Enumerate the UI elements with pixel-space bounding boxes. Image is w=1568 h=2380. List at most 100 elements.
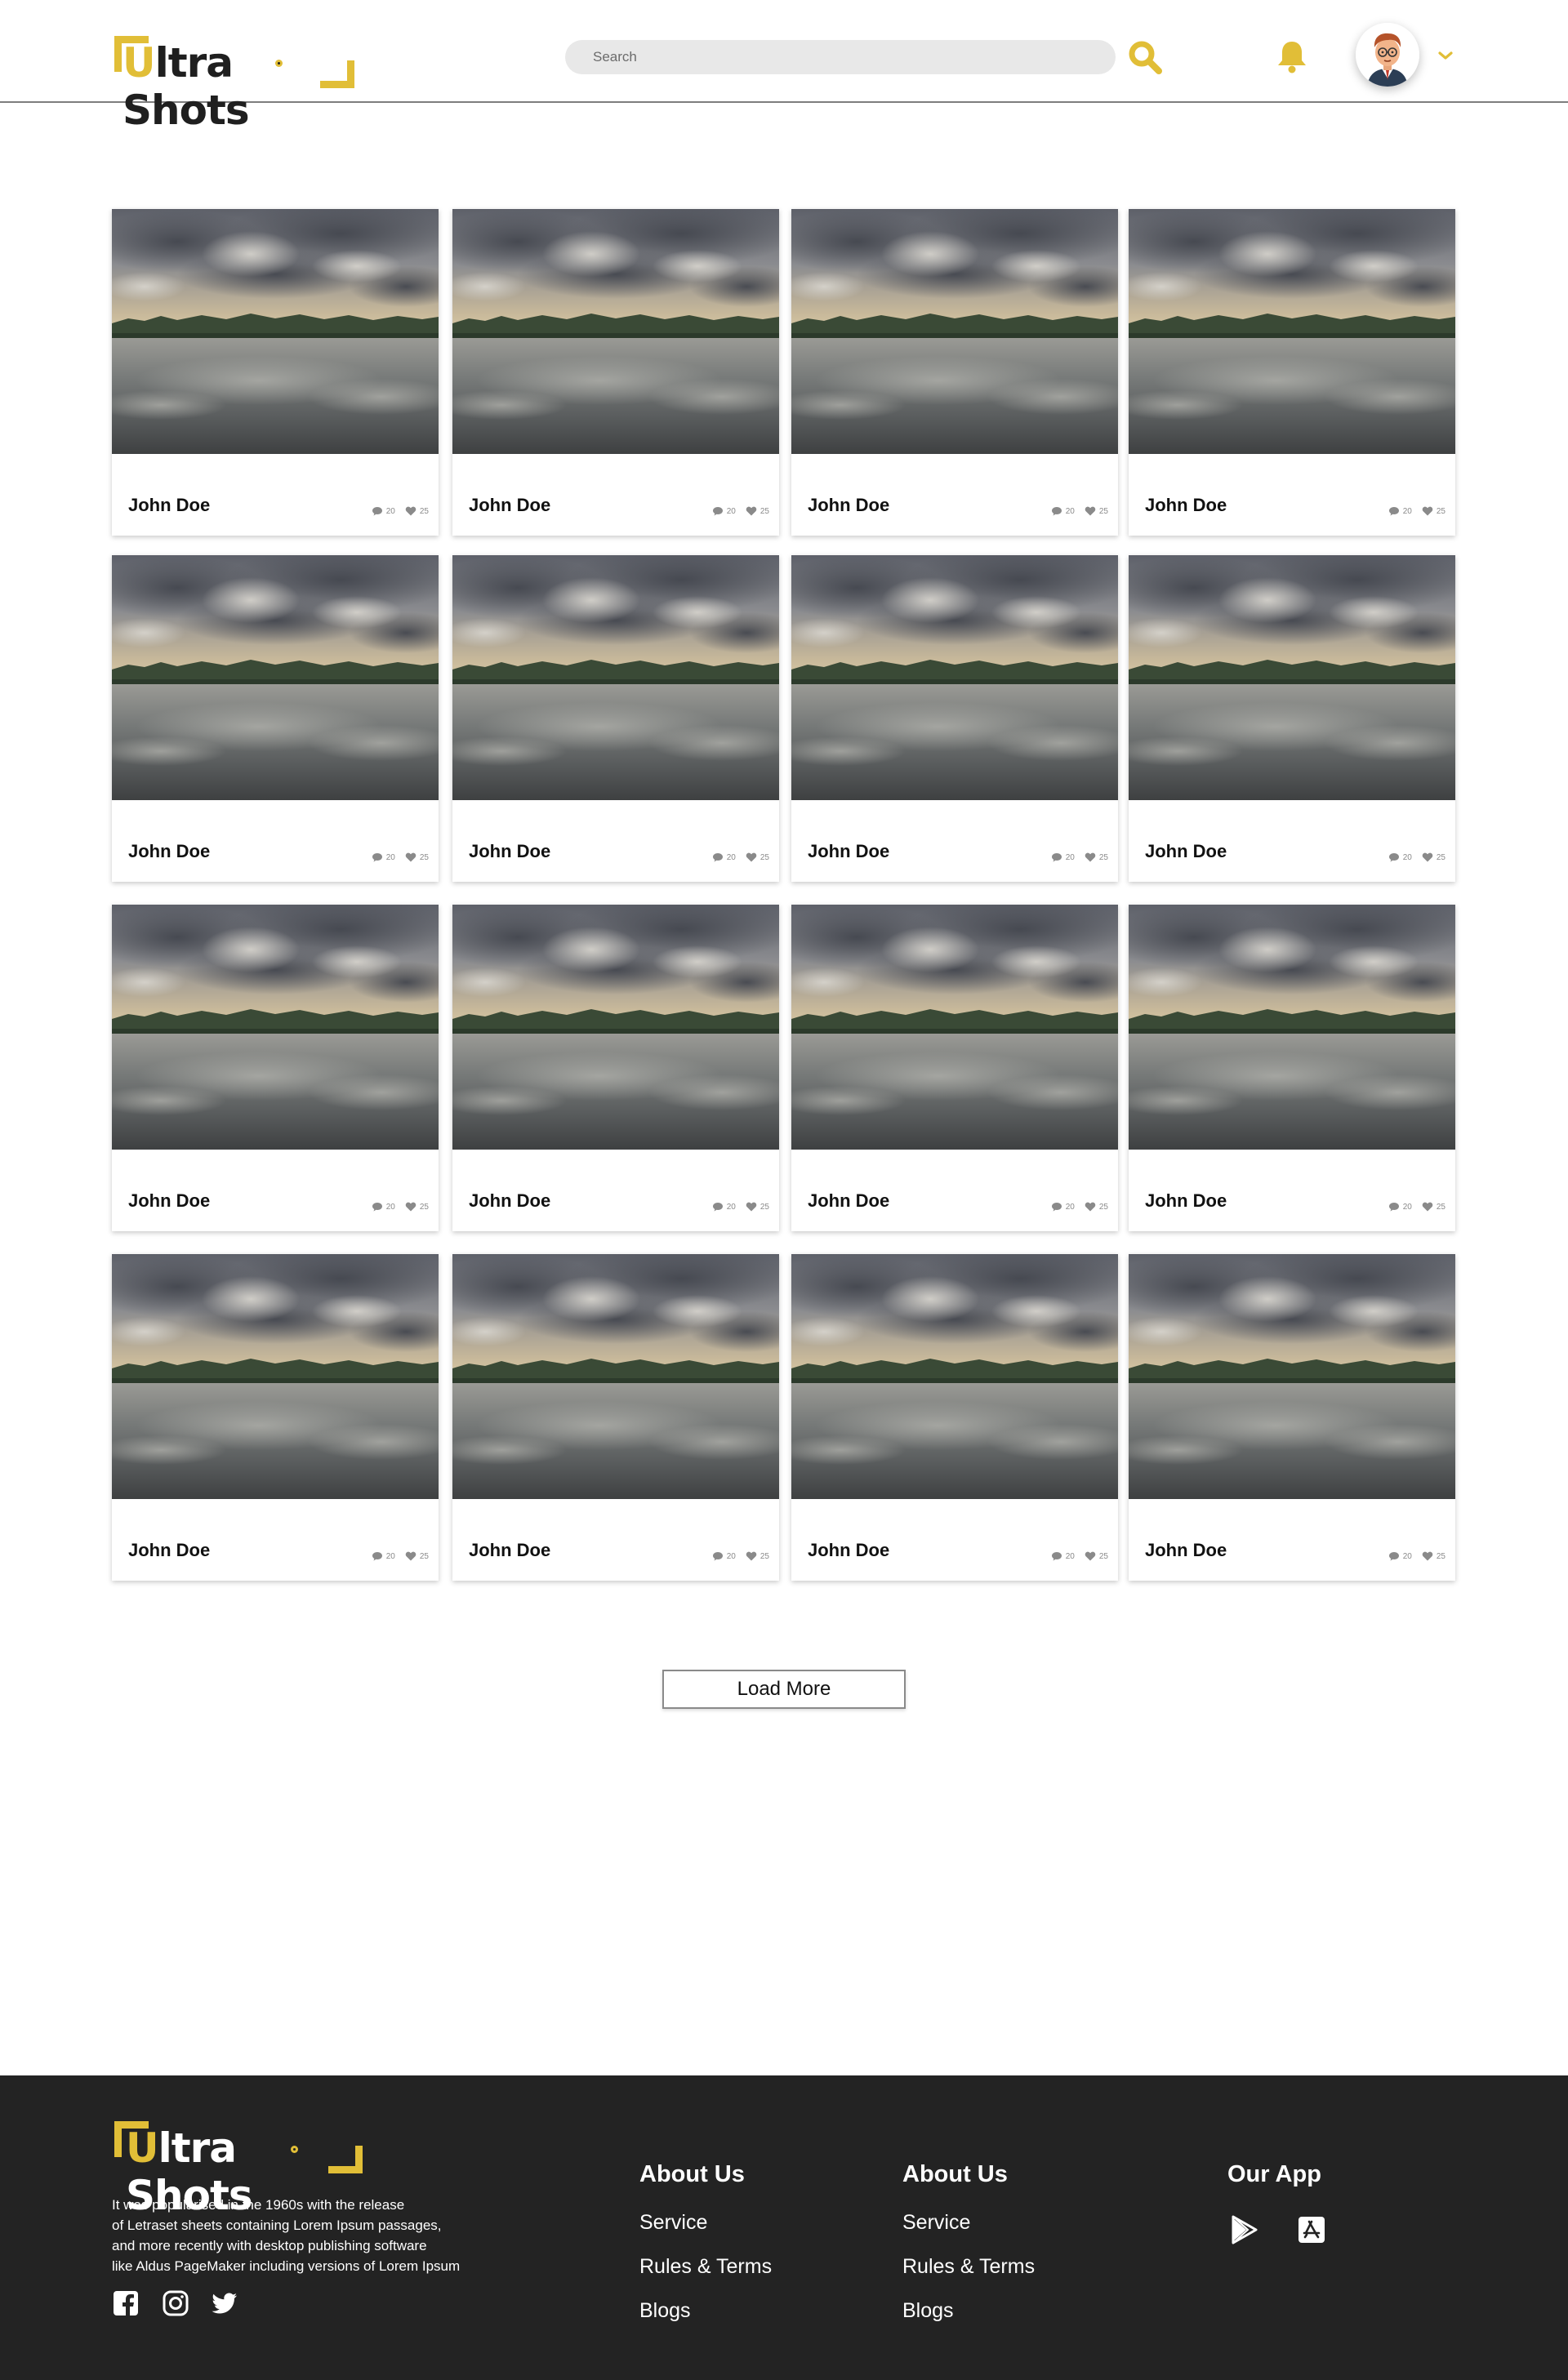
card-author-name[interactable]: John Doe (128, 1540, 210, 1561)
card-photo[interactable] (1129, 555, 1455, 800)
chevron-down-icon[interactable] (1436, 46, 1455, 65)
card-photo[interactable] (791, 555, 1118, 800)
app-store-icon[interactable] (1297, 2215, 1326, 2244)
card-author-name[interactable]: John Doe (128, 1190, 210, 1212)
card-photo[interactable] (791, 1254, 1118, 1499)
card-photo[interactable] (452, 1254, 779, 1499)
heart-icon[interactable] (405, 852, 416, 862)
heart-icon[interactable] (405, 506, 416, 516)
card-author-name[interactable]: John Doe (1145, 495, 1227, 516)
card-author-name[interactable]: John Doe (128, 841, 210, 862)
heart-icon[interactable] (1085, 852, 1096, 862)
brand-logo[interactable]: Ultra Shots (114, 33, 359, 134)
footer-link-rules-terms[interactable]: Rules & Terms (639, 2255, 772, 2279)
card-author-name[interactable]: John Doe (808, 1190, 889, 1212)
heart-icon[interactable] (1422, 1551, 1433, 1561)
heart-icon[interactable] (405, 1551, 416, 1561)
footer-link-rules-terms[interactable]: Rules & Terms (902, 2255, 1035, 2279)
card-photo[interactable] (1129, 209, 1455, 454)
comment-icon[interactable] (1388, 852, 1400, 862)
card-author-name[interactable]: John Doe (1145, 1190, 1227, 1212)
heart-icon[interactable] (746, 1202, 757, 1212)
photo-card[interactable]: John Doe 20 25 (1129, 905, 1455, 1231)
load-more-button[interactable]: Load More (662, 1670, 906, 1709)
heart-icon[interactable] (405, 1202, 416, 1212)
comment-icon[interactable] (372, 1202, 383, 1212)
comment-icon[interactable] (1051, 1202, 1062, 1212)
card-photo[interactable] (1129, 905, 1455, 1150)
heart-icon[interactable] (1085, 1202, 1096, 1212)
footer-link-blogs[interactable]: Blogs (902, 2299, 1035, 2323)
comment-icon[interactable] (372, 1551, 383, 1561)
photo-card[interactable]: John Doe 20 25 (791, 1254, 1118, 1581)
photo-card[interactable]: John Doe 20 25 (112, 555, 439, 882)
heart-icon[interactable] (1085, 506, 1096, 516)
comment-icon[interactable] (372, 852, 383, 862)
card-photo[interactable] (112, 209, 439, 454)
bell-icon[interactable] (1276, 39, 1308, 73)
photo-card[interactable]: John Doe 20 25 (791, 209, 1118, 536)
comment-icon[interactable] (1388, 506, 1400, 516)
card-photo[interactable] (791, 209, 1118, 454)
instagram-icon[interactable] (162, 2289, 189, 2317)
photo-card[interactable]: John Doe 20 25 (1129, 555, 1455, 882)
facebook-icon[interactable] (112, 2289, 140, 2317)
comment-icon[interactable] (1051, 506, 1062, 516)
footer-link-blogs[interactable]: Blogs (639, 2299, 772, 2323)
comment-icon[interactable] (712, 852, 724, 862)
card-author-name[interactable]: John Doe (1145, 1540, 1227, 1561)
card-photo[interactable] (452, 905, 779, 1150)
card-author-name[interactable]: John Doe (1145, 841, 1227, 862)
like-count: 25 (760, 1202, 769, 1212)
card-photo[interactable] (452, 555, 779, 800)
card-photo[interactable] (112, 1254, 439, 1499)
comment-icon[interactable] (712, 506, 724, 516)
comment-icon[interactable] (1388, 1551, 1400, 1561)
search-input[interactable] (565, 40, 1116, 74)
card-photo[interactable] (1129, 1254, 1455, 1499)
avatar[interactable] (1356, 23, 1419, 87)
heart-icon[interactable] (1422, 506, 1433, 516)
heart-icon[interactable] (746, 506, 757, 516)
google-play-icon[interactable] (1230, 2215, 1259, 2244)
footer-link-service[interactable]: Service (639, 2211, 772, 2235)
heart-icon[interactable] (746, 852, 757, 862)
heart-icon[interactable] (746, 1551, 757, 1561)
comment-icon[interactable] (372, 506, 383, 516)
card-photo[interactable] (791, 905, 1118, 1150)
footer-link-service[interactable]: Service (902, 2211, 1035, 2235)
footer-brand-logo[interactable]: Ultra Shots (114, 2116, 368, 2219)
photo-card[interactable]: John Doe 20 25 (1129, 1254, 1455, 1581)
card-author-name[interactable]: John Doe (808, 1540, 889, 1561)
photo-card[interactable]: John Doe 20 25 (452, 209, 779, 536)
photo-card[interactable]: John Doe 20 25 (112, 1254, 439, 1581)
photo-card[interactable]: John Doe 20 25 (452, 555, 779, 882)
heart-icon[interactable] (1085, 1551, 1096, 1561)
card-photo[interactable] (112, 555, 439, 800)
card-author-name[interactable]: John Doe (808, 841, 889, 862)
photo-card[interactable]: John Doe 20 25 (1129, 209, 1455, 536)
heart-icon[interactable] (1422, 852, 1433, 862)
comment-icon[interactable] (1051, 852, 1062, 862)
search-icon[interactable] (1127, 39, 1163, 75)
card-author-name[interactable]: John Doe (808, 495, 889, 516)
card-author-name[interactable]: John Doe (469, 495, 550, 516)
photo-card[interactable]: John Doe 20 25 (791, 555, 1118, 882)
card-author-name[interactable]: John Doe (469, 1190, 550, 1212)
photo-card[interactable]: John Doe 20 25 (452, 905, 779, 1231)
card-author-name[interactable]: John Doe (128, 495, 210, 516)
comment-icon[interactable] (712, 1202, 724, 1212)
photo-card[interactable]: John Doe 20 25 (112, 209, 439, 536)
twitter-icon[interactable] (211, 2289, 238, 2317)
comment-icon[interactable] (1388, 1202, 1400, 1212)
card-photo[interactable] (112, 905, 439, 1150)
card-author-name[interactable]: John Doe (469, 841, 550, 862)
comment-icon[interactable] (1051, 1551, 1062, 1561)
card-author-name[interactable]: John Doe (469, 1540, 550, 1561)
heart-icon[interactable] (1422, 1202, 1433, 1212)
comment-icon[interactable] (712, 1551, 724, 1561)
photo-card[interactable]: John Doe 20 25 (791, 905, 1118, 1231)
photo-card[interactable]: John Doe 20 25 (112, 905, 439, 1231)
photo-card[interactable]: John Doe 20 25 (452, 1254, 779, 1581)
card-photo[interactable] (452, 209, 779, 454)
